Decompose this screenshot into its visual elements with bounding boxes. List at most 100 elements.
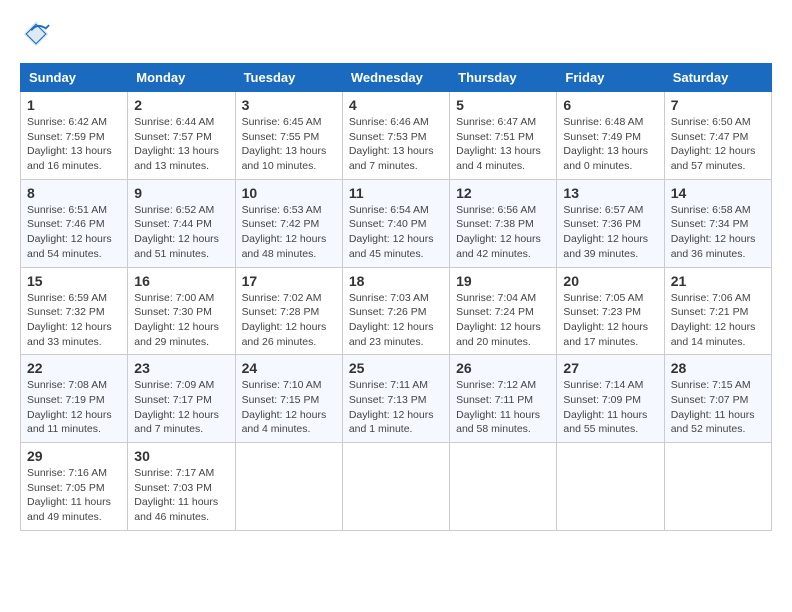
day-detail: Sunrise: 7:06 AMSunset: 7:21 PMDaylight:…	[671, 291, 765, 350]
day-detail: Sunrise: 7:02 AMSunset: 7:28 PMDaylight:…	[242, 291, 336, 350]
day-number: 25	[349, 360, 443, 376]
calendar-cell: 21 Sunrise: 7:06 AMSunset: 7:21 PMDaylig…	[664, 267, 771, 355]
calendar-cell: 24 Sunrise: 7:10 AMSunset: 7:15 PMDaylig…	[235, 355, 342, 443]
calendar-cell: 28 Sunrise: 7:15 AMSunset: 7:07 PMDaylig…	[664, 355, 771, 443]
day-detail: Sunrise: 6:54 AMSunset: 7:40 PMDaylight:…	[349, 203, 443, 262]
day-number: 27	[563, 360, 657, 376]
page-header	[20, 20, 772, 53]
day-detail: Sunrise: 6:52 AMSunset: 7:44 PMDaylight:…	[134, 203, 228, 262]
day-number: 17	[242, 273, 336, 289]
day-detail: Sunrise: 7:03 AMSunset: 7:26 PMDaylight:…	[349, 291, 443, 350]
calendar-cell: 11 Sunrise: 6:54 AMSunset: 7:40 PMDaylig…	[342, 179, 449, 267]
day-number: 5	[456, 97, 550, 113]
calendar-cell: 13 Sunrise: 6:57 AMSunset: 7:36 PMDaylig…	[557, 179, 664, 267]
day-detail: Sunrise: 7:04 AMSunset: 7:24 PMDaylight:…	[456, 291, 550, 350]
col-friday: Friday	[557, 64, 664, 92]
day-detail: Sunrise: 6:46 AMSunset: 7:53 PMDaylight:…	[349, 115, 443, 174]
day-detail: Sunrise: 6:42 AMSunset: 7:59 PMDaylight:…	[27, 115, 121, 174]
col-tuesday: Tuesday	[235, 64, 342, 92]
calendar-cell: 3 Sunrise: 6:45 AMSunset: 7:55 PMDayligh…	[235, 92, 342, 180]
day-number: 30	[134, 448, 228, 464]
calendar-cell: 18 Sunrise: 7:03 AMSunset: 7:26 PMDaylig…	[342, 267, 449, 355]
calendar-cell: 9 Sunrise: 6:52 AMSunset: 7:44 PMDayligh…	[128, 179, 235, 267]
day-detail: Sunrise: 7:10 AMSunset: 7:15 PMDaylight:…	[242, 378, 336, 437]
day-number: 13	[563, 185, 657, 201]
calendar-week-row: 15 Sunrise: 6:59 AMSunset: 7:32 PMDaylig…	[21, 267, 772, 355]
day-detail: Sunrise: 7:09 AMSunset: 7:17 PMDaylight:…	[134, 378, 228, 437]
calendar-cell: 2 Sunrise: 6:44 AMSunset: 7:57 PMDayligh…	[128, 92, 235, 180]
day-detail: Sunrise: 6:48 AMSunset: 7:49 PMDaylight:…	[563, 115, 657, 174]
day-detail: Sunrise: 7:08 AMSunset: 7:19 PMDaylight:…	[27, 378, 121, 437]
calendar-week-row: 29 Sunrise: 7:16 AMSunset: 7:05 PMDaylig…	[21, 443, 772, 531]
day-number: 20	[563, 273, 657, 289]
calendar-cell: 14 Sunrise: 6:58 AMSunset: 7:34 PMDaylig…	[664, 179, 771, 267]
calendar-cell: 5 Sunrise: 6:47 AMSunset: 7:51 PMDayligh…	[450, 92, 557, 180]
day-number: 3	[242, 97, 336, 113]
day-number: 22	[27, 360, 121, 376]
calendar-cell	[235, 443, 342, 531]
day-detail: Sunrise: 7:12 AMSunset: 7:11 PMDaylight:…	[456, 378, 550, 437]
day-detail: Sunrise: 7:00 AMSunset: 7:30 PMDaylight:…	[134, 291, 228, 350]
day-number: 16	[134, 273, 228, 289]
calendar-cell: 29 Sunrise: 7:16 AMSunset: 7:05 PMDaylig…	[21, 443, 128, 531]
calendar-cell: 4 Sunrise: 6:46 AMSunset: 7:53 PMDayligh…	[342, 92, 449, 180]
header-row: Sunday Monday Tuesday Wednesday Thursday…	[21, 64, 772, 92]
calendar-week-row: 8 Sunrise: 6:51 AMSunset: 7:46 PMDayligh…	[21, 179, 772, 267]
calendar-cell: 6 Sunrise: 6:48 AMSunset: 7:49 PMDayligh…	[557, 92, 664, 180]
day-number: 6	[563, 97, 657, 113]
day-number: 29	[27, 448, 121, 464]
day-detail: Sunrise: 6:59 AMSunset: 7:32 PMDaylight:…	[27, 291, 121, 350]
day-number: 15	[27, 273, 121, 289]
day-number: 18	[349, 273, 443, 289]
day-detail: Sunrise: 6:50 AMSunset: 7:47 PMDaylight:…	[671, 115, 765, 174]
calendar-cell	[557, 443, 664, 531]
day-number: 9	[134, 185, 228, 201]
col-sunday: Sunday	[21, 64, 128, 92]
day-number: 14	[671, 185, 765, 201]
day-number: 1	[27, 97, 121, 113]
col-thursday: Thursday	[450, 64, 557, 92]
day-detail: Sunrise: 7:17 AMSunset: 7:03 PMDaylight:…	[134, 466, 228, 525]
day-detail: Sunrise: 7:05 AMSunset: 7:23 PMDaylight:…	[563, 291, 657, 350]
calendar-cell: 19 Sunrise: 7:04 AMSunset: 7:24 PMDaylig…	[450, 267, 557, 355]
day-detail: Sunrise: 6:45 AMSunset: 7:55 PMDaylight:…	[242, 115, 336, 174]
day-number: 28	[671, 360, 765, 376]
calendar-cell: 15 Sunrise: 6:59 AMSunset: 7:32 PMDaylig…	[21, 267, 128, 355]
col-wednesday: Wednesday	[342, 64, 449, 92]
day-number: 23	[134, 360, 228, 376]
calendar-cell: 8 Sunrise: 6:51 AMSunset: 7:46 PMDayligh…	[21, 179, 128, 267]
logo-icon	[22, 20, 50, 48]
calendar-cell: 25 Sunrise: 7:11 AMSunset: 7:13 PMDaylig…	[342, 355, 449, 443]
day-detail: Sunrise: 7:11 AMSunset: 7:13 PMDaylight:…	[349, 378, 443, 437]
calendar-cell	[450, 443, 557, 531]
calendar-cell: 1 Sunrise: 6:42 AMSunset: 7:59 PMDayligh…	[21, 92, 128, 180]
day-detail: Sunrise: 6:51 AMSunset: 7:46 PMDaylight:…	[27, 203, 121, 262]
day-number: 10	[242, 185, 336, 201]
day-number: 12	[456, 185, 550, 201]
day-detail: Sunrise: 6:44 AMSunset: 7:57 PMDaylight:…	[134, 115, 228, 174]
day-detail: Sunrise: 7:15 AMSunset: 7:07 PMDaylight:…	[671, 378, 765, 437]
col-saturday: Saturday	[664, 64, 771, 92]
calendar-cell: 30 Sunrise: 7:17 AMSunset: 7:03 PMDaylig…	[128, 443, 235, 531]
col-monday: Monday	[128, 64, 235, 92]
calendar-table: Sunday Monday Tuesday Wednesday Thursday…	[20, 63, 772, 531]
day-number: 24	[242, 360, 336, 376]
calendar-cell: 27 Sunrise: 7:14 AMSunset: 7:09 PMDaylig…	[557, 355, 664, 443]
calendar-cell: 16 Sunrise: 7:00 AMSunset: 7:30 PMDaylig…	[128, 267, 235, 355]
logo	[20, 20, 54, 53]
day-detail: Sunrise: 6:53 AMSunset: 7:42 PMDaylight:…	[242, 203, 336, 262]
day-detail: Sunrise: 7:14 AMSunset: 7:09 PMDaylight:…	[563, 378, 657, 437]
day-number: 7	[671, 97, 765, 113]
calendar-cell: 12 Sunrise: 6:56 AMSunset: 7:38 PMDaylig…	[450, 179, 557, 267]
calendar-week-row: 22 Sunrise: 7:08 AMSunset: 7:19 PMDaylig…	[21, 355, 772, 443]
day-detail: Sunrise: 6:47 AMSunset: 7:51 PMDaylight:…	[456, 115, 550, 174]
day-number: 8	[27, 185, 121, 201]
calendar-cell: 10 Sunrise: 6:53 AMSunset: 7:42 PMDaylig…	[235, 179, 342, 267]
calendar-cell: 23 Sunrise: 7:09 AMSunset: 7:17 PMDaylig…	[128, 355, 235, 443]
day-detail: Sunrise: 6:58 AMSunset: 7:34 PMDaylight:…	[671, 203, 765, 262]
calendar-cell: 17 Sunrise: 7:02 AMSunset: 7:28 PMDaylig…	[235, 267, 342, 355]
calendar-cell: 20 Sunrise: 7:05 AMSunset: 7:23 PMDaylig…	[557, 267, 664, 355]
day-number: 26	[456, 360, 550, 376]
day-number: 11	[349, 185, 443, 201]
day-number: 19	[456, 273, 550, 289]
